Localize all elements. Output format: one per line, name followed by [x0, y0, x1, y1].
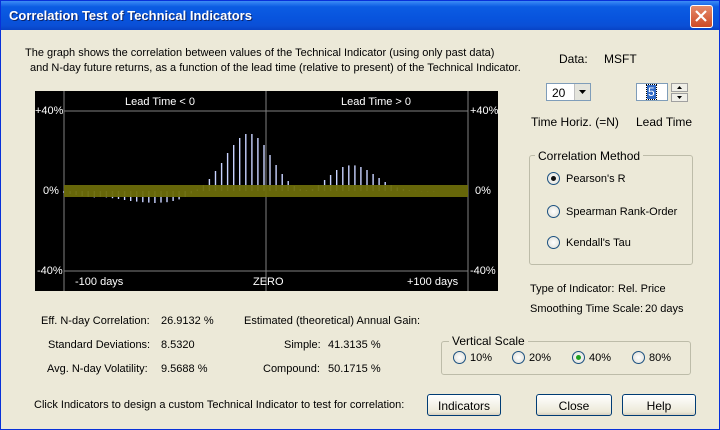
lead-positive-label: Lead Time > 0: [341, 96, 412, 108]
time-horizon-value: 20: [552, 86, 566, 100]
radio-scale-40[interactable]: [572, 351, 585, 364]
scale-80-label: 80%: [649, 352, 672, 364]
y-bottom-left-label: -40%: [37, 265, 63, 277]
radio-spearman[interactable]: [547, 205, 560, 218]
volatility-value: 9.5688 %: [161, 363, 208, 375]
compound-label: Compound:: [263, 363, 320, 375]
kendall-label: Kendall's Tau: [566, 237, 631, 249]
smoothing-label: Smoothing Time Scale:: [530, 303, 644, 315]
y-top-left-label: +40%: [35, 105, 64, 117]
eff-correlation-value: 26.9132 %: [161, 315, 214, 327]
lead-time-label: Lead Time: [636, 115, 693, 129]
correlation-bar: [239, 138, 241, 191]
indicator-type-value: Rel. Price: [618, 283, 666, 295]
indicators-button[interactable]: Indicators: [427, 394, 501, 416]
footer-instruction: Click Indicators to design a custom Tech…: [34, 399, 405, 411]
x-right-label: +100 days: [407, 276, 459, 288]
correlation-bar: [245, 134, 247, 191]
scale-40-label: 40%: [589, 352, 612, 364]
spin-up-icon[interactable]: [671, 83, 688, 92]
time-horizon-label: Time Horiz. (=N): [531, 115, 619, 129]
correlation-graph: Lead Time < 0 Lead Time > 0 +40% 0% -40%…: [35, 91, 498, 291]
std-dev-value: 8.5320: [161, 339, 195, 351]
y-mid-right-label: 0%: [475, 185, 491, 197]
correlation-bar: [257, 138, 259, 191]
close-icon: [695, 10, 707, 22]
pearson-label: Pearson's R: [566, 173, 626, 185]
scale-20-label: 20%: [529, 352, 552, 364]
lead-time-value: 5: [646, 84, 657, 100]
help-button[interactable]: Help: [622, 394, 696, 416]
y-bottom-right-label: -40%: [470, 265, 496, 277]
x-left-label: -100 days: [75, 276, 124, 288]
scale-10-label: 10%: [470, 352, 493, 364]
correlation-chart-svg: [63, 91, 469, 291]
correlation-dialog: Correlation Test of Technical Indicators…: [0, 0, 720, 430]
correlation-bar: [233, 145, 235, 191]
simple-value: 41.3135 %: [328, 339, 381, 351]
correlation-bar: [251, 134, 253, 191]
y-mid-left-label: 0%: [43, 185, 59, 197]
indicator-type-label: Type of Indicator:: [530, 283, 615, 295]
std-dev-label: Standard Deviations:: [48, 339, 151, 351]
close-button[interactable]: Close: [536, 394, 612, 416]
volatility-label: Avg. N-day Volatility:: [47, 363, 148, 375]
time-horizon-select[interactable]: 20: [546, 83, 591, 101]
spin-down-icon[interactable]: [671, 93, 688, 102]
eff-correlation-label: Eff. N-day Correlation:: [41, 315, 150, 327]
window-title: Correlation Test of Technical Indicators: [9, 8, 252, 23]
radio-pearson[interactable]: [547, 172, 560, 185]
simple-label: Simple:: [284, 339, 321, 351]
data-label: Data:: [559, 52, 588, 66]
lead-time-spinner[interactable]: [671, 83, 688, 102]
radio-scale-20[interactable]: [512, 351, 525, 364]
lead-negative-label: Lead Time < 0: [125, 96, 196, 108]
spearman-label: Spearman Rank-Order: [566, 206, 678, 218]
annual-gain-label: Estimated (theoretical) Annual Gain:: [244, 315, 421, 327]
close-window-button[interactable]: [690, 5, 713, 28]
data-symbol: MSFT: [604, 52, 637, 66]
correlation-method-legend: Correlation Method: [535, 149, 644, 163]
vertical-scale-legend: Vertical Scale: [449, 334, 528, 348]
smoothing-value: 20 days: [645, 303, 684, 315]
x-zero-label: ZERO: [253, 276, 284, 288]
chevron-down-icon[interactable]: [574, 84, 590, 100]
y-top-right-label: +40%: [470, 105, 499, 117]
zero-band: [64, 185, 468, 197]
radio-kendall[interactable]: [547, 236, 560, 249]
radio-scale-10[interactable]: [453, 351, 466, 364]
radio-scale-80[interactable]: [632, 351, 645, 364]
correlation-bar: [263, 145, 265, 191]
description-line-1: The graph shows the correlation between …: [25, 47, 495, 59]
compound-value: 50.1715 %: [328, 363, 381, 375]
title-bar: Correlation Test of Technical Indicators: [1, 1, 719, 30]
lead-time-input[interactable]: 5: [636, 83, 668, 101]
description-line-2: and N-day future returns, as a function …: [30, 62, 521, 74]
